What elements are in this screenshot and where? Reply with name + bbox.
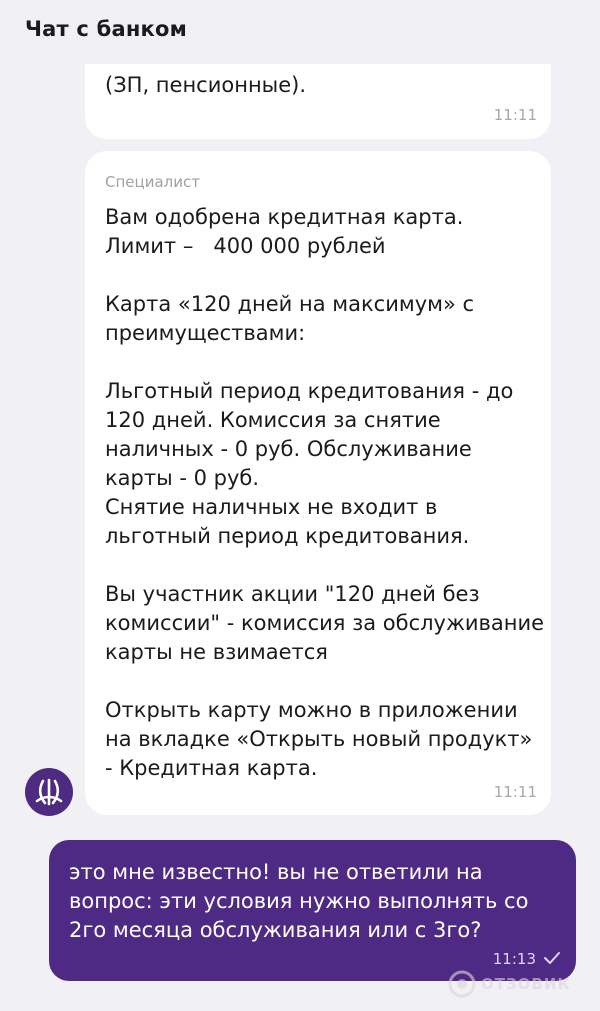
message-time: 11:11 xyxy=(493,106,537,124)
bank-avatar[interactable] xyxy=(25,768,73,816)
page-title: Чат с банком xyxy=(25,17,187,41)
watermark-logo-icon xyxy=(448,970,476,998)
message-text: это мне известно! вы не ответили на вопр… xyxy=(69,860,536,942)
watermark: ОТЗОВИК xyxy=(448,969,588,999)
message-text: (ЗП, пенсионные). xyxy=(105,73,307,97)
message-time: 11:11 xyxy=(493,783,537,801)
check-icon xyxy=(544,952,560,964)
message-text: Вам одобрена кредитная карта. Лимит – 40… xyxy=(105,205,545,780)
message-bubble-user[interactable]: это мне известно! вы не ответили на вопр… xyxy=(49,840,576,981)
sender-label: Специалист xyxy=(105,173,200,191)
app-header: Чат с банком xyxy=(0,0,600,64)
watermark-text: ОТЗОВИК xyxy=(481,975,571,993)
message-bubble-specialist[interactable]: Специалист Вам одобрена кредитная карта.… xyxy=(85,151,551,815)
chat-area[interactable]: (ЗП, пенсионные). 11:11 Специалист Вам о… xyxy=(0,0,600,1011)
message-time: 11:13 xyxy=(492,950,536,968)
bank-logo-icon xyxy=(35,778,63,806)
